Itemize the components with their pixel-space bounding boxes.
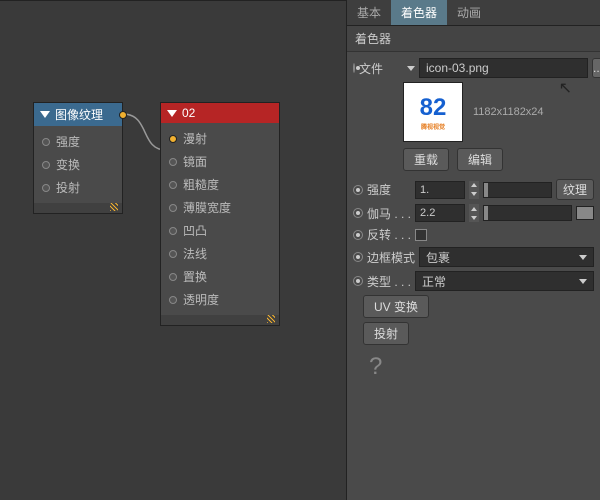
intensity-row: 强度 纹理 [353,179,594,200]
input-port[interactable] [42,138,50,146]
radio-icon[interactable] [353,208,363,218]
intensity-label: 强度 [367,181,411,198]
node-row: 镜面 [161,150,279,173]
input-port[interactable] [169,158,177,166]
reload-button[interactable]: 重载 [403,148,449,171]
input-port[interactable] [169,296,177,304]
collapse-icon[interactable] [167,110,177,117]
node-resize[interactable] [161,315,279,325]
invert-label: 反转 . . . [367,226,411,243]
border-select[interactable]: 包裹 [419,247,594,267]
radio-icon[interactable] [353,276,363,286]
image-dimensions: 1182x1182x24 [473,106,544,118]
border-row: 边框模式 包裹 [353,247,594,267]
color-swatch[interactable] [576,206,594,220]
file-input[interactable] [419,58,588,78]
node-header: 02 [161,103,279,123]
node-header: 图像纹理 [34,103,122,126]
input-port[interactable] [169,273,177,281]
invert-checkbox[interactable] [415,229,427,241]
texture-button[interactable]: 纹理 [556,179,594,200]
file-row: 文件 ... [353,58,594,78]
node-material[interactable]: 02 漫射 镜面 粗糙度 薄膜宽度 凹凸 法线 置换 透明度 [160,102,280,326]
radio-icon[interactable] [353,63,355,73]
uv-transform-button[interactable]: UV 变换 [363,295,429,318]
node-canvas[interactable]: 图像纹理 强度 变换 投射 02 漫射 镜面 粗糙度 薄膜宽度 凹凸 法线 置换… [0,0,346,500]
node-row: 漫射 [161,127,279,150]
input-port[interactable] [169,227,177,235]
node-row: 法线 [161,242,279,265]
node-row: 凹凸 [161,219,279,242]
input-port[interactable] [169,181,177,189]
input-port[interactable] [169,204,177,212]
radio-icon[interactable] [353,185,363,195]
node-row: 透明度 [161,288,279,311]
node-row: 薄膜宽度 [161,196,279,219]
node-row: 投射 [34,176,122,199]
panel-tabs: 基本 着色器 动画 [347,0,600,26]
input-port[interactable] [42,184,50,192]
node-title: 图像纹理 [55,106,103,123]
node-row: 置换 [161,265,279,288]
node-row: 强度 [34,130,122,153]
collapse-icon[interactable] [40,111,50,118]
properties-panel: 基本 着色器 动画 着色器 文件 ... ↖ 82 腾视视觉 1182x1182… [346,0,600,500]
gamma-slider[interactable] [483,205,572,221]
type-select[interactable]: 正常 [415,271,594,291]
input-port[interactable] [169,135,177,143]
texture-preview[interactable]: 82 腾视视觉 [403,82,463,142]
tab-shader[interactable]: 着色器 [391,0,447,25]
radio-icon[interactable] [353,252,363,262]
type-row: 类型 . . . 正常 [353,271,594,291]
radio-icon[interactable] [353,230,363,240]
intensity-slider[interactable] [483,182,552,198]
intensity-input[interactable] [415,181,465,199]
gamma-row: 伽马 . . . [353,204,594,222]
node-title: 02 [182,106,195,120]
gamma-input[interactable] [415,204,465,222]
border-label: 边框模式 [367,249,415,266]
node-resize[interactable] [34,203,122,213]
input-port[interactable] [169,250,177,258]
spinner[interactable] [469,204,479,222]
input-port[interactable] [42,161,50,169]
edit-button[interactable]: 编辑 [457,148,503,171]
type-label: 类型 . . . [367,273,411,290]
help-icon[interactable]: ? [369,353,594,381]
gamma-label: 伽马 . . . [367,205,411,222]
projection-button[interactable]: 投射 [363,322,409,345]
node-texture[interactable]: 图像纹理 强度 变换 投射 [33,102,123,214]
file-label: 文件 [359,60,403,77]
node-row: 变换 [34,153,122,176]
invert-row: 反转 . . . [353,226,594,243]
chevron-down-icon [579,255,587,260]
output-port[interactable] [119,111,127,119]
spinner[interactable] [469,181,479,199]
tab-anim[interactable]: 动画 [447,0,491,25]
dropdown-icon[interactable] [407,66,415,71]
node-row: 粗糙度 [161,173,279,196]
browse-button[interactable]: ... [592,58,600,78]
section-title: 着色器 [347,26,600,52]
tab-basic[interactable]: 基本 [347,0,391,25]
chevron-down-icon [579,279,587,284]
